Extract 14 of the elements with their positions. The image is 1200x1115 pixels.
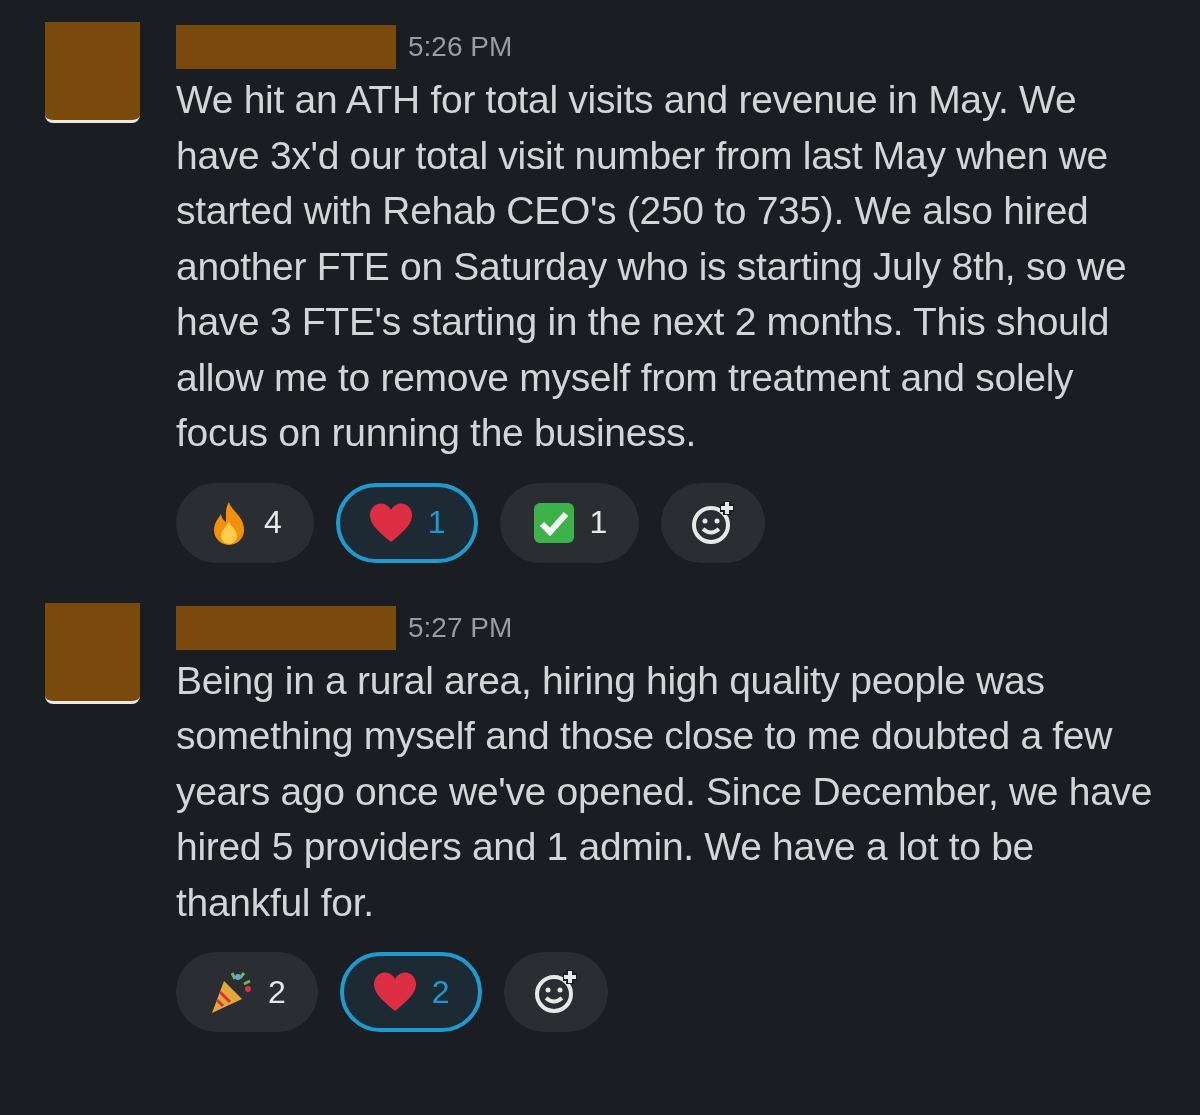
reaction-button[interactable]: 2 [176, 952, 318, 1032]
reaction-button[interactable]: 1 [499, 482, 640, 563]
message-text: Being in a rural area, hiring high quality people was something myself and those close to me doubted a few years ago once we've opened. Since December, we have hired 5 providers and 1 admin. We have a lot to be thankful for. [176, 657, 1154, 926]
checkmark-icon [531, 500, 576, 545]
reaction-button[interactable]: 1 [335, 482, 478, 563]
heart-icon [367, 501, 414, 544]
reaction-button[interactable]: 4 [176, 482, 314, 563]
heart-icon [371, 971, 418, 1013]
reaction-button[interactable]: 2 [339, 952, 482, 1032]
avatar[interactable] [45, 602, 140, 704]
timestamp: 5:26 PM [408, 31, 513, 63]
avatar[interactable] [45, 22, 140, 123]
timestamp: 5:27 PM [408, 611, 513, 644]
message-text: We hit an ATH for total visits and revenue in May. We have 3x'd our total visit number from last May when we started with Rehab CEO's (250 to 735). We also hired another FTE on Saturday who is starting July 8th, so we have 3 FTE's starting in the next 2 months. This should allow me to remove myself from treatment and solely focus on running the business. [176, 77, 1128, 456]
